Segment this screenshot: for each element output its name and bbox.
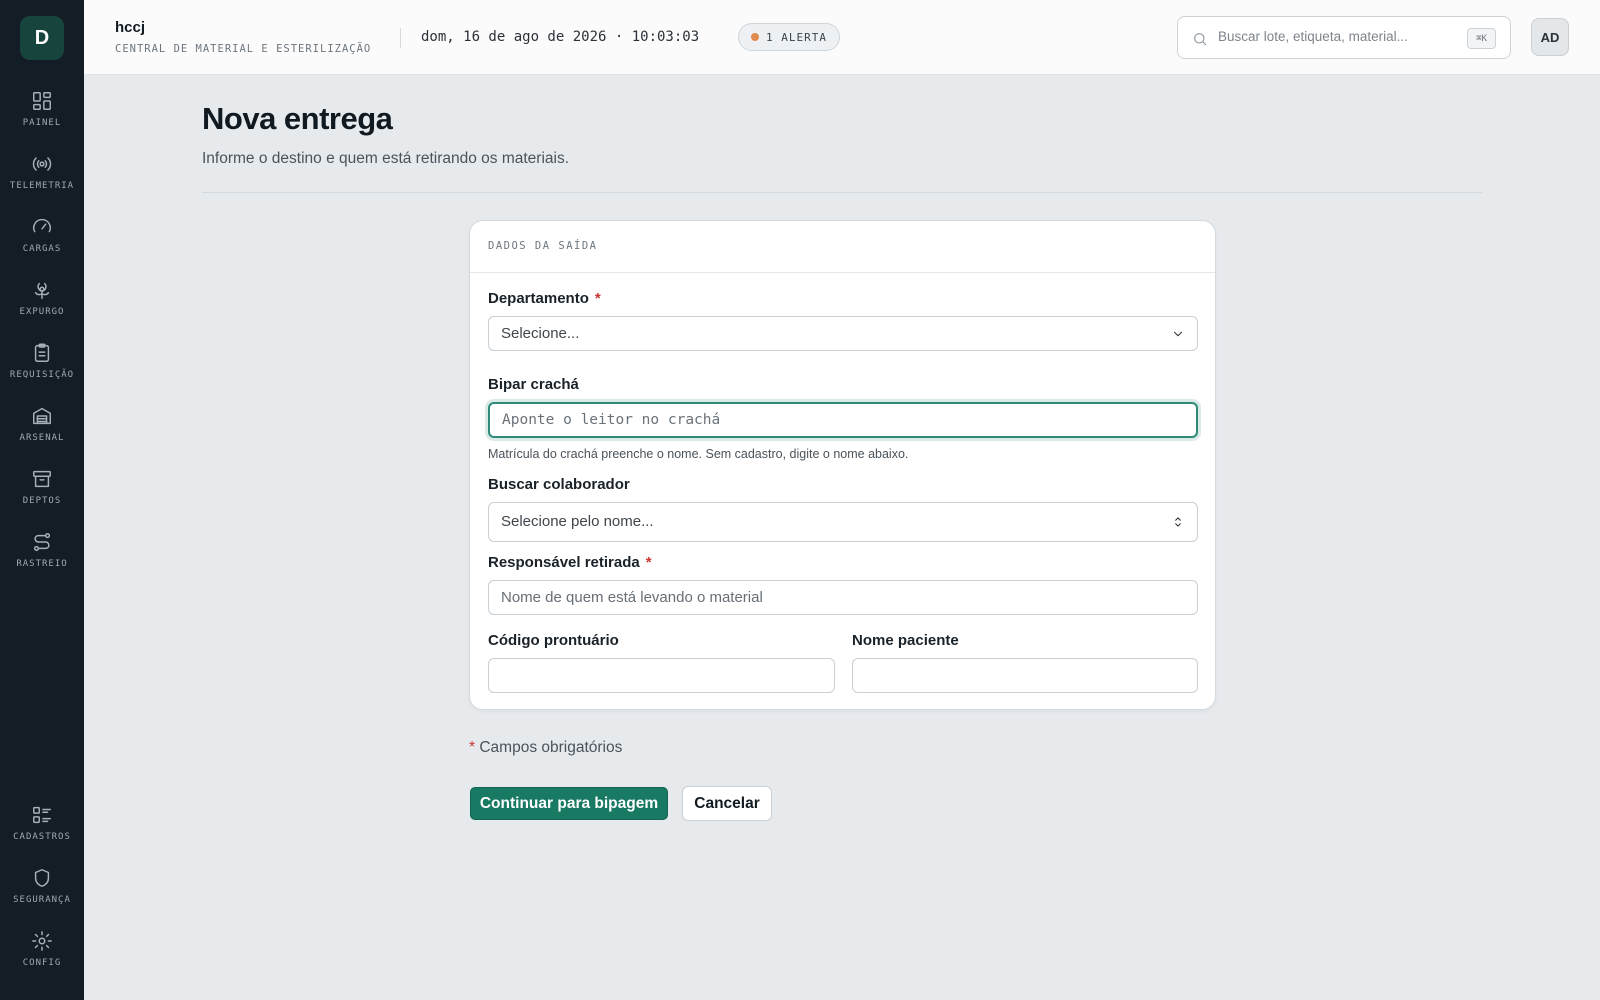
delivery-form-card: DADOS DA SAÍDA Departamento * Selecione..… xyxy=(469,220,1216,710)
patient-name-input[interactable] xyxy=(853,659,1197,692)
sidebar-item-label: REQUISIÇÃO xyxy=(9,370,75,380)
responsible-field[interactable] xyxy=(488,580,1198,615)
sidebar-item-label: PAINEL xyxy=(22,118,62,128)
patient-name-label: Nome paciente xyxy=(852,632,959,649)
sidebar-item-cadastros[interactable]: CADASTROS xyxy=(0,804,84,860)
clipboard-icon xyxy=(34,343,50,362)
required-fields-note: * Campos obrigatórios xyxy=(469,739,623,756)
current-datetime: dom, 16 de ago de 2026 · 10:03:03 xyxy=(421,29,700,45)
responsible-label: Responsável retirada * xyxy=(488,554,652,571)
search-icon xyxy=(1192,31,1208,47)
required-marker: * xyxy=(645,554,652,571)
badge-hint: Matrícula do crachá preenche o nome. Sem… xyxy=(488,447,909,461)
divider xyxy=(202,192,1482,193)
top-bar: hccj CENTRAL DE MATERIAL E ESTERILIZAÇÃO… xyxy=(84,0,1600,75)
alert-dot-icon xyxy=(751,33,759,41)
collaborator-label: Buscar colaborador xyxy=(488,476,630,493)
responsible-input[interactable] xyxy=(489,581,1197,614)
chevron-up-down-icon xyxy=(1171,515,1185,529)
sidebar-item-label: CARGAS xyxy=(22,244,62,254)
archive-icon xyxy=(33,470,51,488)
department-select-value: Selecione... xyxy=(501,325,580,342)
badge-scan-input[interactable] xyxy=(490,404,1196,436)
record-code-input[interactable] xyxy=(489,659,834,692)
patient-name-field[interactable] xyxy=(852,658,1198,693)
alert-badge[interactable]: 1 ALERTA xyxy=(738,23,840,51)
sidebar-item-seguranca[interactable]: SEGURANÇA xyxy=(0,867,84,923)
app-logo[interactable]: D xyxy=(20,16,64,60)
biohazard-icon xyxy=(34,282,50,299)
sidebar-item-label: CONFIG xyxy=(22,958,62,968)
user-avatar[interactable]: AD xyxy=(1531,18,1569,56)
page-title: Nova entrega xyxy=(202,101,393,136)
sidebar-item-expurgo[interactable]: EXPURGO xyxy=(0,279,84,335)
search-input[interactable] xyxy=(1218,29,1458,44)
section-title: DADOS DA SAÍDA xyxy=(488,240,598,252)
card-header: DADOS DA SAÍDA xyxy=(470,221,1215,273)
sidebar-item-label: TELEMETRIA xyxy=(9,181,75,191)
collaborator-combobox[interactable]: Selecione pelo nome... xyxy=(488,502,1198,542)
list-icon xyxy=(33,806,51,824)
collaborator-combobox-value: Selecione pelo nome... xyxy=(501,513,654,530)
sidebar-item-cargas[interactable]: CARGAS xyxy=(0,216,84,272)
sidebar-item-telemetria[interactable]: TELEMETRIA xyxy=(0,153,84,209)
record-code-label: Código prontuário xyxy=(488,632,619,649)
alert-label: 1 ALERTA xyxy=(766,30,827,44)
sidebar: D PAINEL TELEMETRIA CARGAS EXPURGO REQUI… xyxy=(0,0,84,1000)
cancel-button[interactable]: Cancelar xyxy=(682,786,772,821)
global-search[interactable]: ⌘K xyxy=(1177,16,1511,59)
sidebar-item-label: SEGURANÇA xyxy=(13,895,71,905)
route-icon xyxy=(33,533,51,551)
badge-label: Bipar crachá xyxy=(488,376,579,393)
required-marker: * xyxy=(594,290,601,307)
gauge-icon xyxy=(33,218,51,233)
department-select[interactable]: Selecione... xyxy=(488,316,1198,351)
gear-icon xyxy=(32,931,52,951)
app-name: hccj xyxy=(115,19,146,36)
record-code-field[interactable] xyxy=(488,658,835,693)
sidebar-item-painel[interactable]: PAINEL xyxy=(0,90,84,146)
warehouse-icon xyxy=(33,407,51,425)
sidebar-item-label: RASTREIO xyxy=(16,559,68,569)
department-label: Departamento * xyxy=(488,290,601,307)
sidebar-item-deptos[interactable]: DEPTOS xyxy=(0,468,84,524)
chevron-down-icon xyxy=(1171,327,1185,341)
broadcast-icon xyxy=(32,157,52,171)
app-subtitle: CENTRAL DE MATERIAL E ESTERILIZAÇÃO xyxy=(115,43,372,55)
sidebar-item-requisicao[interactable]: REQUISIÇÃO xyxy=(0,342,84,398)
badge-scan-field[interactable] xyxy=(488,402,1198,438)
sidebar-item-label: CADASTROS xyxy=(13,832,71,842)
sidebar-item-label: ARSENAL xyxy=(19,433,65,443)
grid-icon xyxy=(33,92,51,110)
sidebar-item-config[interactable]: CONFIG xyxy=(0,930,84,986)
sidebar-item-label: EXPURGO xyxy=(19,307,65,317)
required-marker: * xyxy=(469,739,476,756)
shield-icon xyxy=(34,869,50,887)
divider xyxy=(400,28,401,48)
continue-button[interactable]: Continuar para bipagem xyxy=(470,787,668,820)
page-subtitle: Informe o destino e quem está retirando … xyxy=(202,150,570,167)
sidebar-item-label: DEPTOS xyxy=(22,496,62,506)
search-shortcut: ⌘K xyxy=(1467,28,1496,49)
sidebar-item-arsenal[interactable]: ARSENAL xyxy=(0,405,84,461)
sidebar-item-rastreio[interactable]: RASTREIO xyxy=(0,531,84,587)
